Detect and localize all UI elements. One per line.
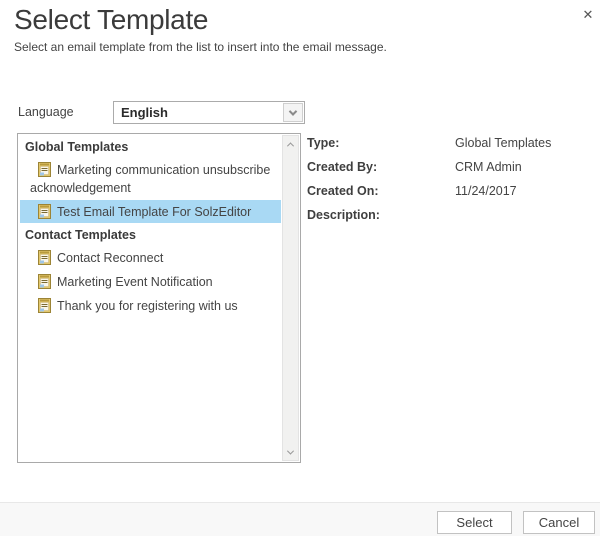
list-item-label: Marketing communication unsubscribe ackn… [30,163,271,195]
email-template-icon [38,250,51,265]
detail-row-type: Type: Global Templates [307,136,595,150]
list-item-label: Marketing Event Notification [57,275,213,289]
created-on-label: Created On: [307,184,379,198]
list-item-selected[interactable]: Test Email Template For SolzEditor [20,200,281,223]
template-list: Global Templates Marketing communication… [18,136,281,318]
group-header-contact-templates: Contact Templates [25,228,136,242]
detail-row-created-on: Created On: 11/24/2017 [307,184,595,198]
vertical-scrollbar[interactable] [282,135,299,461]
list-item[interactable]: Thank you for registering with us [20,294,281,317]
type-label: Type: [307,136,340,150]
created-by-label: Created By: [307,160,378,174]
list-item[interactable]: Contact Reconnect [20,246,281,269]
page-title: Select Template [14,4,209,35]
email-template-icon [38,162,51,177]
dialog-subtitle: Select an email template from the list t… [14,40,387,54]
select-button[interactable]: Select [437,511,512,534]
language-select[interactable]: English [113,101,305,124]
cancel-button[interactable]: Cancel [523,511,595,534]
description-label: Description: [307,208,380,222]
close-icon[interactable]: ✕ [578,5,598,25]
list-item[interactable]: Marketing Event Notification [20,270,281,293]
detail-row-created-by: Created By: CRM Admin [307,160,595,174]
list-item-label: Thank you for registering with us [57,299,238,313]
language-selected-value: English [121,105,168,120]
select-template-dialog: Select Template Select an email template… [0,0,600,536]
created-on-value: 11/24/2017 [455,184,517,198]
type-value: Global Templates [455,136,552,150]
list-item-label: Contact Reconnect [57,251,164,265]
group-header-global-templates: Global Templates [25,140,129,154]
template-details-panel: Type: Global Templates Created By: CRM A… [307,136,595,232]
chevron-down-icon[interactable] [283,103,303,122]
chevron-up-icon[interactable] [283,136,298,152]
list-item[interactable]: Marketing communication unsubscribe ackn… [20,158,281,199]
dialog-footer: Select Cancel [0,502,600,536]
template-listbox: Global Templates Marketing communication… [17,133,301,463]
email-template-icon [38,298,51,313]
language-label: Language [18,105,74,119]
list-item-label: Test Email Template For SolzEditor [57,205,252,219]
detail-row-description: Description: [307,208,595,222]
chevron-down-icon[interactable] [283,444,298,460]
email-template-icon [38,204,51,219]
email-template-icon [38,274,51,289]
created-by-value: CRM Admin [455,160,522,174]
